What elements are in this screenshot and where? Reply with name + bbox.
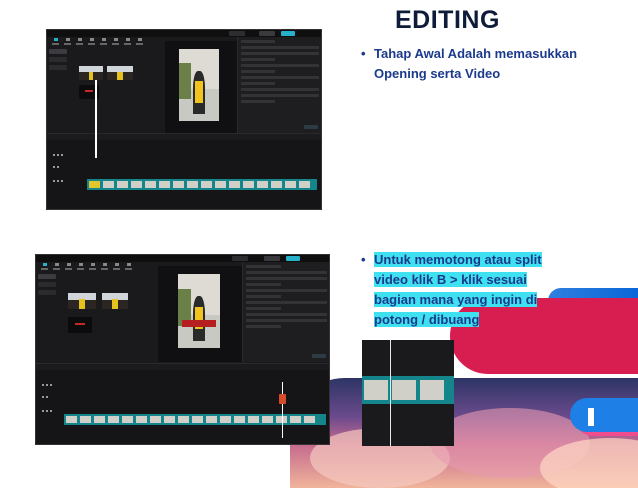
bullet-item-2: • Untuk memotong atau split video klik B…: [361, 250, 559, 330]
modify-button[interactable]: [312, 354, 326, 358]
video-player[interactable]: [158, 266, 242, 362]
timeline-ruler: [47, 134, 321, 140]
tab-stickers[interactable]: [76, 263, 85, 271]
timeline[interactable]: [36, 363, 329, 444]
slide-title: EDITING: [395, 6, 500, 34]
player-frame: [178, 274, 220, 348]
video-track[interactable]: [64, 414, 326, 425]
bullet-dot-icon: •: [361, 252, 366, 267]
details-panel: [242, 262, 329, 362]
video-track[interactable]: [87, 179, 317, 190]
app-title-bar: [36, 255, 329, 262]
media-sidebar: [49, 49, 67, 73]
split-cut-line: [390, 340, 391, 446]
bullet-dot-icon: •: [361, 46, 366, 61]
media-thumbnail[interactable]: [107, 66, 133, 80]
split-marker-icon: [279, 394, 286, 404]
timeline-playhead[interactable]: [282, 382, 283, 438]
tab-adjustment[interactable]: [135, 38, 144, 46]
details-panel: [237, 37, 321, 133]
capcut-import-opening-screenshot: [46, 29, 322, 210]
tab-stickers[interactable]: [87, 38, 96, 46]
video-track: [362, 376, 454, 404]
bullet-item-1: • Tahap Awal Adalah memasukkan Opening s…: [361, 44, 594, 84]
export-button[interactable]: [286, 256, 300, 261]
media-sidebar: [38, 274, 56, 298]
timeline-ruler: [36, 364, 329, 370]
tab-transitions[interactable]: [111, 38, 120, 46]
tab-adjustment[interactable]: [124, 263, 133, 271]
sidebar-item-import[interactable]: [49, 57, 67, 62]
tab-media[interactable]: [40, 263, 49, 271]
player-frame: [179, 49, 219, 121]
sidebar-item-local[interactable]: [38, 274, 56, 279]
export-button[interactable]: [281, 31, 295, 36]
media-thumbnail[interactable]: [68, 293, 96, 309]
tab-media[interactable]: [51, 38, 60, 46]
media-thumbnail[interactable]: [79, 66, 103, 80]
bullet-text: Tahap Awal Adalah memasukkan Opening ser…: [374, 46, 578, 81]
video-player[interactable]: [165, 41, 237, 133]
tab-filters[interactable]: [123, 38, 132, 46]
tab-transitions[interactable]: [100, 263, 109, 271]
media-thumbnail[interactable]: [102, 293, 128, 309]
timeline[interactable]: [47, 133, 321, 209]
tab-text[interactable]: [75, 38, 84, 46]
tab-filters[interactable]: [112, 263, 121, 271]
tab-text[interactable]: [64, 263, 73, 271]
sidebar-item-library[interactable]: [49, 65, 67, 70]
tab-effects[interactable]: [88, 263, 97, 271]
split-cut-zoom-crop: [362, 340, 454, 446]
media-thumbnail[interactable]: [68, 317, 92, 333]
modify-button[interactable]: [304, 125, 318, 129]
tab-audio[interactable]: [63, 38, 72, 46]
split-marker-icon: [588, 408, 594, 426]
app-title-bar: [47, 30, 321, 37]
bullet-text: Untuk memotong atau split video klik B >…: [374, 252, 542, 327]
sidebar-item-import[interactable]: [38, 282, 56, 287]
decor-blue-pill-small: [570, 398, 638, 432]
sidebar-item-local[interactable]: [49, 49, 67, 54]
tab-effects[interactable]: [99, 38, 108, 46]
capcut-split-video-screenshot: [35, 254, 330, 445]
sidebar-item-library[interactable]: [38, 290, 56, 295]
drag-arrow-icon: [95, 80, 97, 158]
tab-audio[interactable]: [52, 263, 61, 271]
